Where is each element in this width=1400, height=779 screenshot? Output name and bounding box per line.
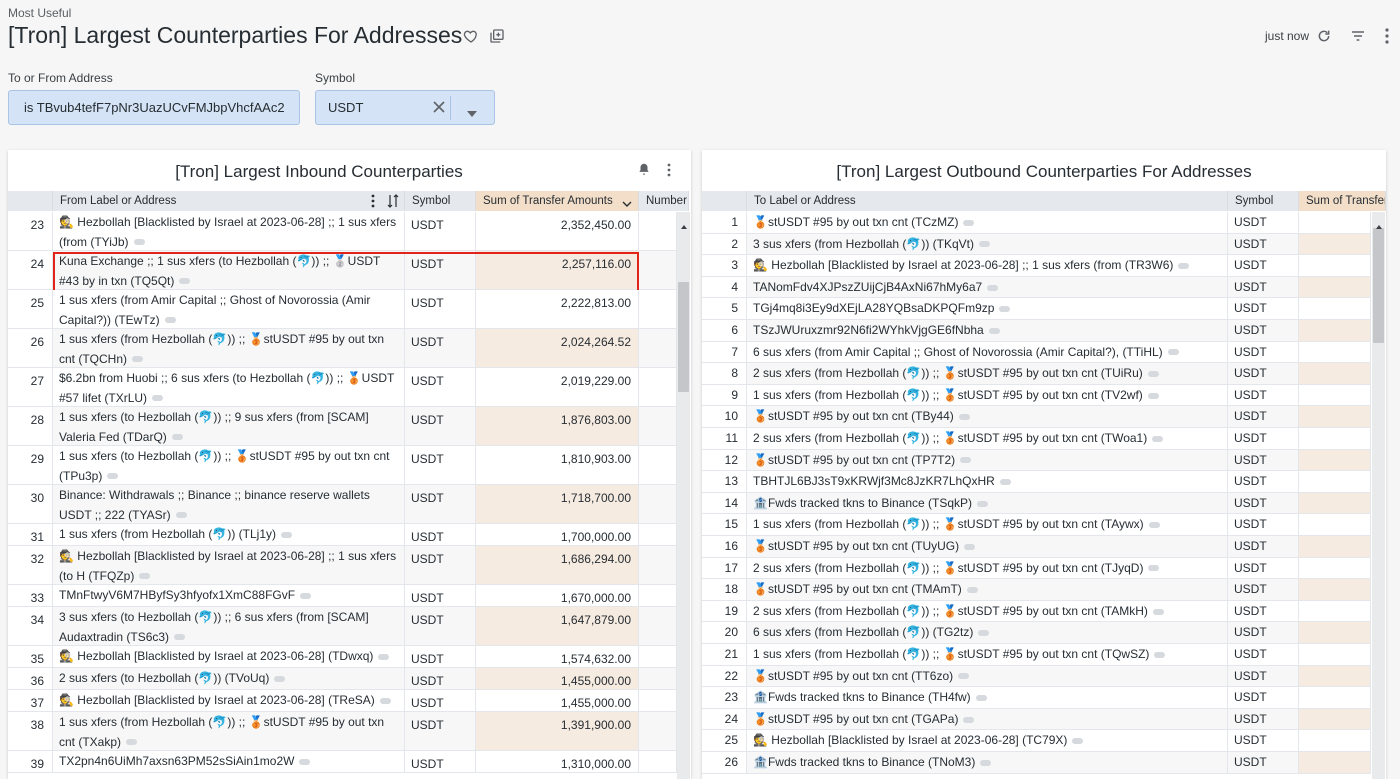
filter-icon[interactable] (1349, 27, 1367, 45)
symbol-filter-select[interactable]: USDT (315, 90, 495, 125)
address-filter-value: is TBvub4tefF7pNr3UazUCvFMJbpVhcfAAc2 (24, 100, 285, 115)
outbound-title: [Tron] Largest Outbound Counterparties F… (836, 162, 1252, 181)
copy-icon[interactable] (488, 27, 506, 45)
panel-menu-icon[interactable] (667, 163, 671, 182)
heart-icon[interactable] (462, 27, 480, 45)
select-divider (450, 96, 451, 120)
symbol-filter-label: Symbol (315, 71, 356, 85)
address-filter-label: To or From Address (8, 71, 113, 85)
chevron-down-icon[interactable] (467, 105, 477, 120)
inbound-title: [Tron] Largest Inbound Counterparties (175, 162, 463, 181)
clear-icon[interactable] (432, 100, 446, 117)
dashboard-header: Most Useful [Tron] Largest Counterpartie… (0, 0, 1400, 66)
alert-bell-icon[interactable] (637, 162, 651, 181)
address-filter-input[interactable]: is TBvub4tefF7pNr3UazUCvFMJbpVhcfAAc2 (8, 90, 300, 125)
inbound-panel: [Tron] Largest Inbound Counterparties (8, 150, 691, 779)
outbound-panel: [Tron] Largest Outbound Counterparties F… (702, 150, 1386, 779)
breadcrumb[interactable]: Most Useful (8, 6, 71, 20)
last-updated: just now (1265, 29, 1310, 43)
more-vert-icon[interactable] (1380, 27, 1394, 45)
page-title: [Tron] Largest Counterparties For Addres… (8, 22, 463, 48)
refresh-icon[interactable] (1315, 27, 1333, 45)
symbol-filter-value: USDT (328, 100, 364, 115)
